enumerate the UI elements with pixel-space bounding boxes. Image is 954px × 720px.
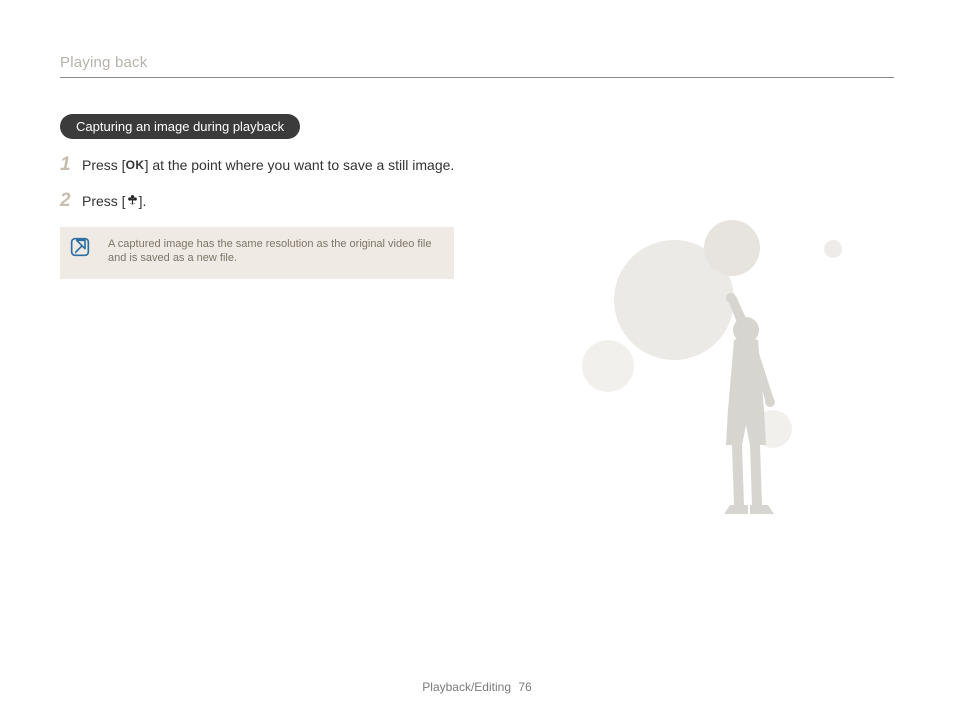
step-2: 2 Press []. xyxy=(60,191,460,213)
ok-icon: OK xyxy=(126,155,145,176)
step-body: Press [OK] at the point where you want t… xyxy=(82,155,454,177)
footer-section: Playback/Editing xyxy=(422,680,511,694)
note-icon xyxy=(70,237,92,262)
steps-list: 1 Press [OK] at the point where you want… xyxy=(60,155,460,213)
macro-flower-icon xyxy=(126,191,139,212)
step-number: 1 xyxy=(60,155,82,174)
page-title: Playing back xyxy=(60,54,894,77)
step-1: 1 Press [OK] at the point where you want… xyxy=(60,155,460,177)
footer-page-number: 76 xyxy=(518,680,531,694)
section-pill: Capturing an image during playback xyxy=(60,114,300,139)
decorative-art xyxy=(534,210,894,570)
step-body: Press []. xyxy=(82,191,146,213)
note-box: A captured image has the same resolution… xyxy=(60,227,454,279)
header-rule xyxy=(60,77,894,78)
note-text: A captured image has the same resolution… xyxy=(108,237,440,265)
page: Playing back Capturing an image during p… xyxy=(0,0,954,720)
step-number: 2 xyxy=(60,191,82,210)
step-text-post: ] at the point where you want to save a … xyxy=(145,157,455,173)
page-footer: Playback/Editing 76 xyxy=(0,680,954,694)
step-text-pre: Press [ xyxy=(82,157,126,173)
step-text-pre: Press [ xyxy=(82,193,126,209)
step-text-post: ]. xyxy=(139,193,147,209)
